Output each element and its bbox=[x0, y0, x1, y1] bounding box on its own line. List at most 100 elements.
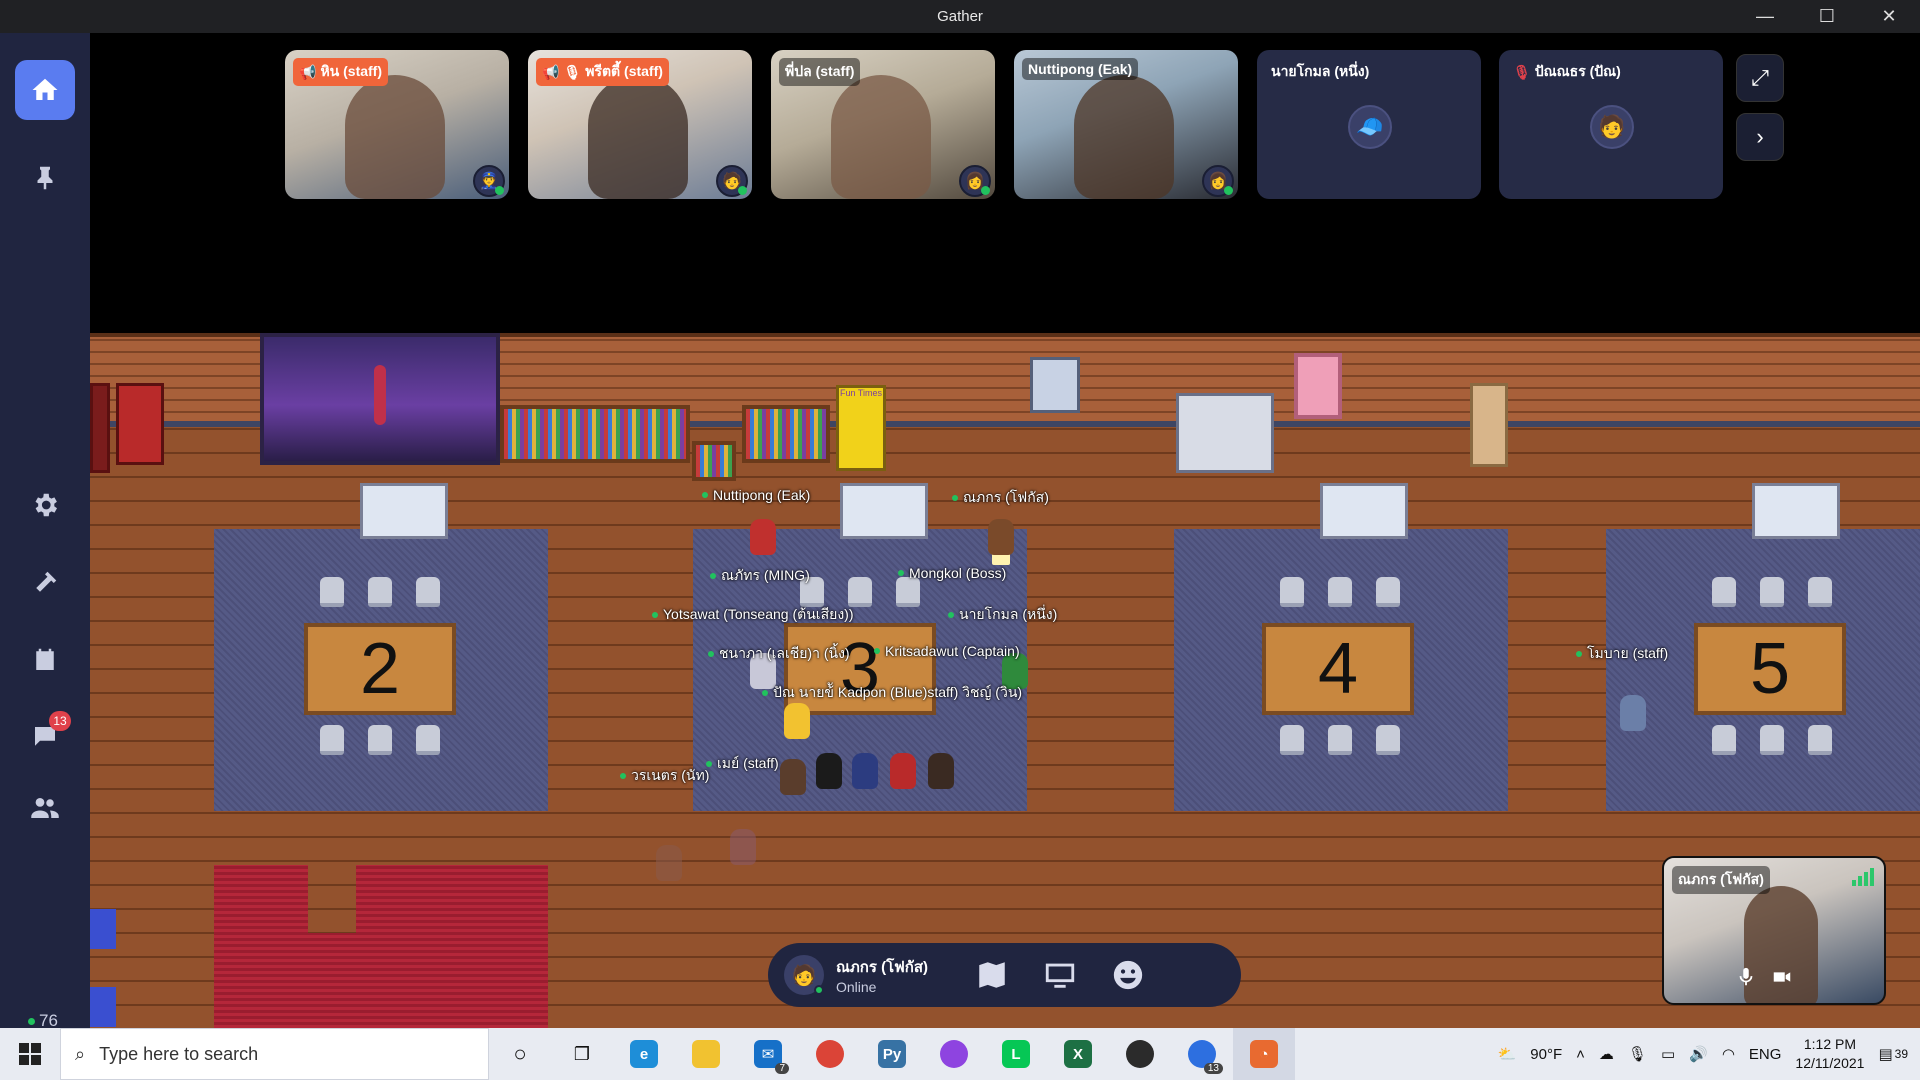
player-sprite-self[interactable] bbox=[988, 519, 1014, 555]
excel-icon: X bbox=[1064, 1040, 1092, 1068]
settings-button[interactable] bbox=[15, 475, 75, 535]
chair bbox=[896, 577, 920, 607]
emote-button[interactable] bbox=[1106, 953, 1150, 997]
player-sprite[interactable] bbox=[780, 759, 806, 795]
volume-icon[interactable]: 🔊 bbox=[1689, 1045, 1708, 1063]
task-view-button[interactable]: ❐ bbox=[551, 1028, 613, 1080]
chat-button[interactable]: 13 bbox=[15, 707, 75, 767]
video-tile[interactable]: Nuttipong (Eak) 👩 bbox=[1014, 50, 1238, 199]
clock-time: 1:12 PM bbox=[1803, 1036, 1856, 1052]
pink-poster[interactable] bbox=[1294, 353, 1342, 419]
table-4[interactable]: 4 bbox=[1262, 623, 1414, 715]
whiteboard[interactable] bbox=[1320, 483, 1408, 539]
expand-button[interactable]: ⤢ bbox=[1736, 54, 1784, 102]
wifi-icon[interactable]: ◠ bbox=[1722, 1045, 1735, 1063]
calendar-board[interactable] bbox=[1030, 357, 1080, 413]
taskbar-app-game[interactable] bbox=[1109, 1028, 1171, 1080]
coat-rack[interactable] bbox=[1470, 383, 1508, 467]
onedrive-icon[interactable]: ☁ bbox=[1599, 1045, 1614, 1063]
bookshelf[interactable] bbox=[742, 405, 830, 463]
close-button[interactable]: ✕ bbox=[1858, 0, 1920, 33]
chair bbox=[1376, 577, 1400, 607]
weather-temp[interactable]: 90°F bbox=[1530, 1046, 1562, 1063]
video-tile[interactable]: 📢 🎙 พรีตตี้ (staff) 🧑 bbox=[528, 50, 752, 199]
battery-icon[interactable]: ▭ bbox=[1661, 1045, 1675, 1063]
video-feed bbox=[588, 75, 688, 199]
mic-button[interactable] bbox=[1730, 961, 1762, 993]
taskbar-app-python[interactable]: Py bbox=[861, 1028, 923, 1080]
whiteboard[interactable] bbox=[840, 483, 928, 539]
chair bbox=[1280, 725, 1304, 755]
player-sprite[interactable] bbox=[928, 753, 954, 789]
chevron-up-icon[interactable]: ˄ bbox=[1576, 1046, 1585, 1063]
whiteboard[interactable] bbox=[1752, 483, 1840, 539]
cortana-button[interactable]: ○ bbox=[489, 1028, 551, 1080]
taskbar-app-messenger[interactable] bbox=[923, 1028, 985, 1080]
table-5[interactable]: 5 bbox=[1694, 623, 1846, 715]
whiteboard[interactable] bbox=[360, 483, 448, 539]
vending-machine[interactable] bbox=[90, 383, 110, 473]
player-sprite[interactable] bbox=[852, 753, 878, 789]
bookshelf[interactable] bbox=[692, 441, 736, 481]
build-button[interactable] bbox=[15, 553, 75, 613]
city-poster[interactable] bbox=[260, 333, 500, 465]
next-page-button[interactable]: › bbox=[1736, 113, 1784, 161]
cabinet[interactable] bbox=[1176, 393, 1274, 473]
chair bbox=[368, 725, 392, 755]
start-button[interactable] bbox=[0, 1028, 60, 1080]
self-video[interactable]: ณภกร (โฟกัส) bbox=[1662, 856, 1886, 1005]
weather-icon[interactable]: ⛅ bbox=[1498, 1045, 1517, 1063]
player-name: Mongkol (Boss) bbox=[909, 565, 1007, 581]
table-number: 5 bbox=[1749, 629, 1791, 709]
pin-button[interactable] bbox=[15, 148, 75, 208]
notification-button[interactable]: ▤ 39 bbox=[1878, 1045, 1908, 1063]
bookshelf[interactable] bbox=[500, 405, 690, 463]
taskbar-app-explorer[interactable] bbox=[675, 1028, 737, 1080]
taskbar-app-excel[interactable]: X bbox=[1047, 1028, 1109, 1080]
video-nametag: 📢 🎙 พรีตตี้ (staff) bbox=[536, 58, 669, 86]
taskbar-app-edge[interactable]: e bbox=[613, 1028, 675, 1080]
video-tile[interactable]: 🎙 ปัณณธร (ปัณ) 🧑 bbox=[1499, 50, 1723, 199]
clock[interactable]: 1:12 PM 12/11/2021 bbox=[1795, 1035, 1864, 1073]
people-button[interactable] bbox=[15, 778, 75, 838]
taskbar-app-mail[interactable]: ✉ 7 bbox=[737, 1028, 799, 1080]
player-sprite[interactable] bbox=[656, 845, 682, 881]
video-tile[interactable]: พี่ปล (staff) 👩 bbox=[771, 50, 995, 199]
arcade-machine[interactable] bbox=[116, 383, 164, 465]
taskbar-app-gather[interactable]: ◔ bbox=[1233, 1028, 1295, 1080]
calendar-button[interactable] bbox=[15, 630, 75, 690]
taskbar-app-line[interactable]: L bbox=[985, 1028, 1047, 1080]
edge-icon: e bbox=[630, 1040, 658, 1068]
minimap-button[interactable] bbox=[970, 953, 1014, 997]
game-map[interactable]: Fun Times 2 3 4 5 Nuttipong (Eak) ณภกร (… bbox=[90, 333, 1920, 1028]
system-tray: ⛅ 90°F ˄ ☁ 🎙 ▭ 🔊 ◠ ENG 1:12 PM 12/11/202… bbox=[1498, 1028, 1920, 1080]
microphone-tray-icon[interactable]: 🎙 bbox=[1628, 1045, 1647, 1063]
video-tile[interactable]: 📢 หิน (staff) 👮 bbox=[285, 50, 509, 199]
home-button[interactable] bbox=[15, 60, 75, 120]
table-number: 4 bbox=[1317, 629, 1359, 709]
player-sprite[interactable] bbox=[890, 753, 916, 789]
screen-share-button[interactable] bbox=[1038, 953, 1082, 997]
taskbar-search[interactable]: ⌕ Type here to search bbox=[60, 1028, 489, 1080]
table-2[interactable]: 2 bbox=[304, 623, 456, 715]
taskbar-app-chrome[interactable] bbox=[799, 1028, 861, 1080]
video-tile[interactable]: นายโกมล (หนึ่ง) 🧢 bbox=[1257, 50, 1481, 199]
clock-date: 12/11/2021 bbox=[1795, 1055, 1865, 1071]
avatar: 🧑 bbox=[1590, 105, 1634, 149]
player-sprite[interactable] bbox=[730, 829, 756, 865]
minimize-button[interactable]: — bbox=[1734, 0, 1796, 33]
maximize-button[interactable]: ☐ bbox=[1796, 0, 1858, 33]
chevron-right-icon: › bbox=[1756, 124, 1764, 149]
player-sprite[interactable] bbox=[784, 703, 810, 739]
language-indicator[interactable]: ENG bbox=[1749, 1046, 1782, 1063]
camera-button[interactable] bbox=[1766, 961, 1798, 993]
participant-name: ปัณณธร (ปัณ) bbox=[1534, 63, 1621, 79]
avatar[interactable]: 🧑 bbox=[784, 955, 824, 995]
participant-name: พรีตตี้ (staff) bbox=[585, 63, 663, 79]
player-sprite[interactable] bbox=[816, 753, 842, 789]
game-poster[interactable]: Fun Times bbox=[836, 385, 886, 471]
player-sprite[interactable] bbox=[1620, 695, 1646, 731]
taskbar-app-chat[interactable]: 13 bbox=[1171, 1028, 1233, 1080]
player-status[interactable]: ณภกร (โฟกัส) Online bbox=[836, 955, 928, 995]
player-sprite[interactable] bbox=[750, 519, 776, 555]
